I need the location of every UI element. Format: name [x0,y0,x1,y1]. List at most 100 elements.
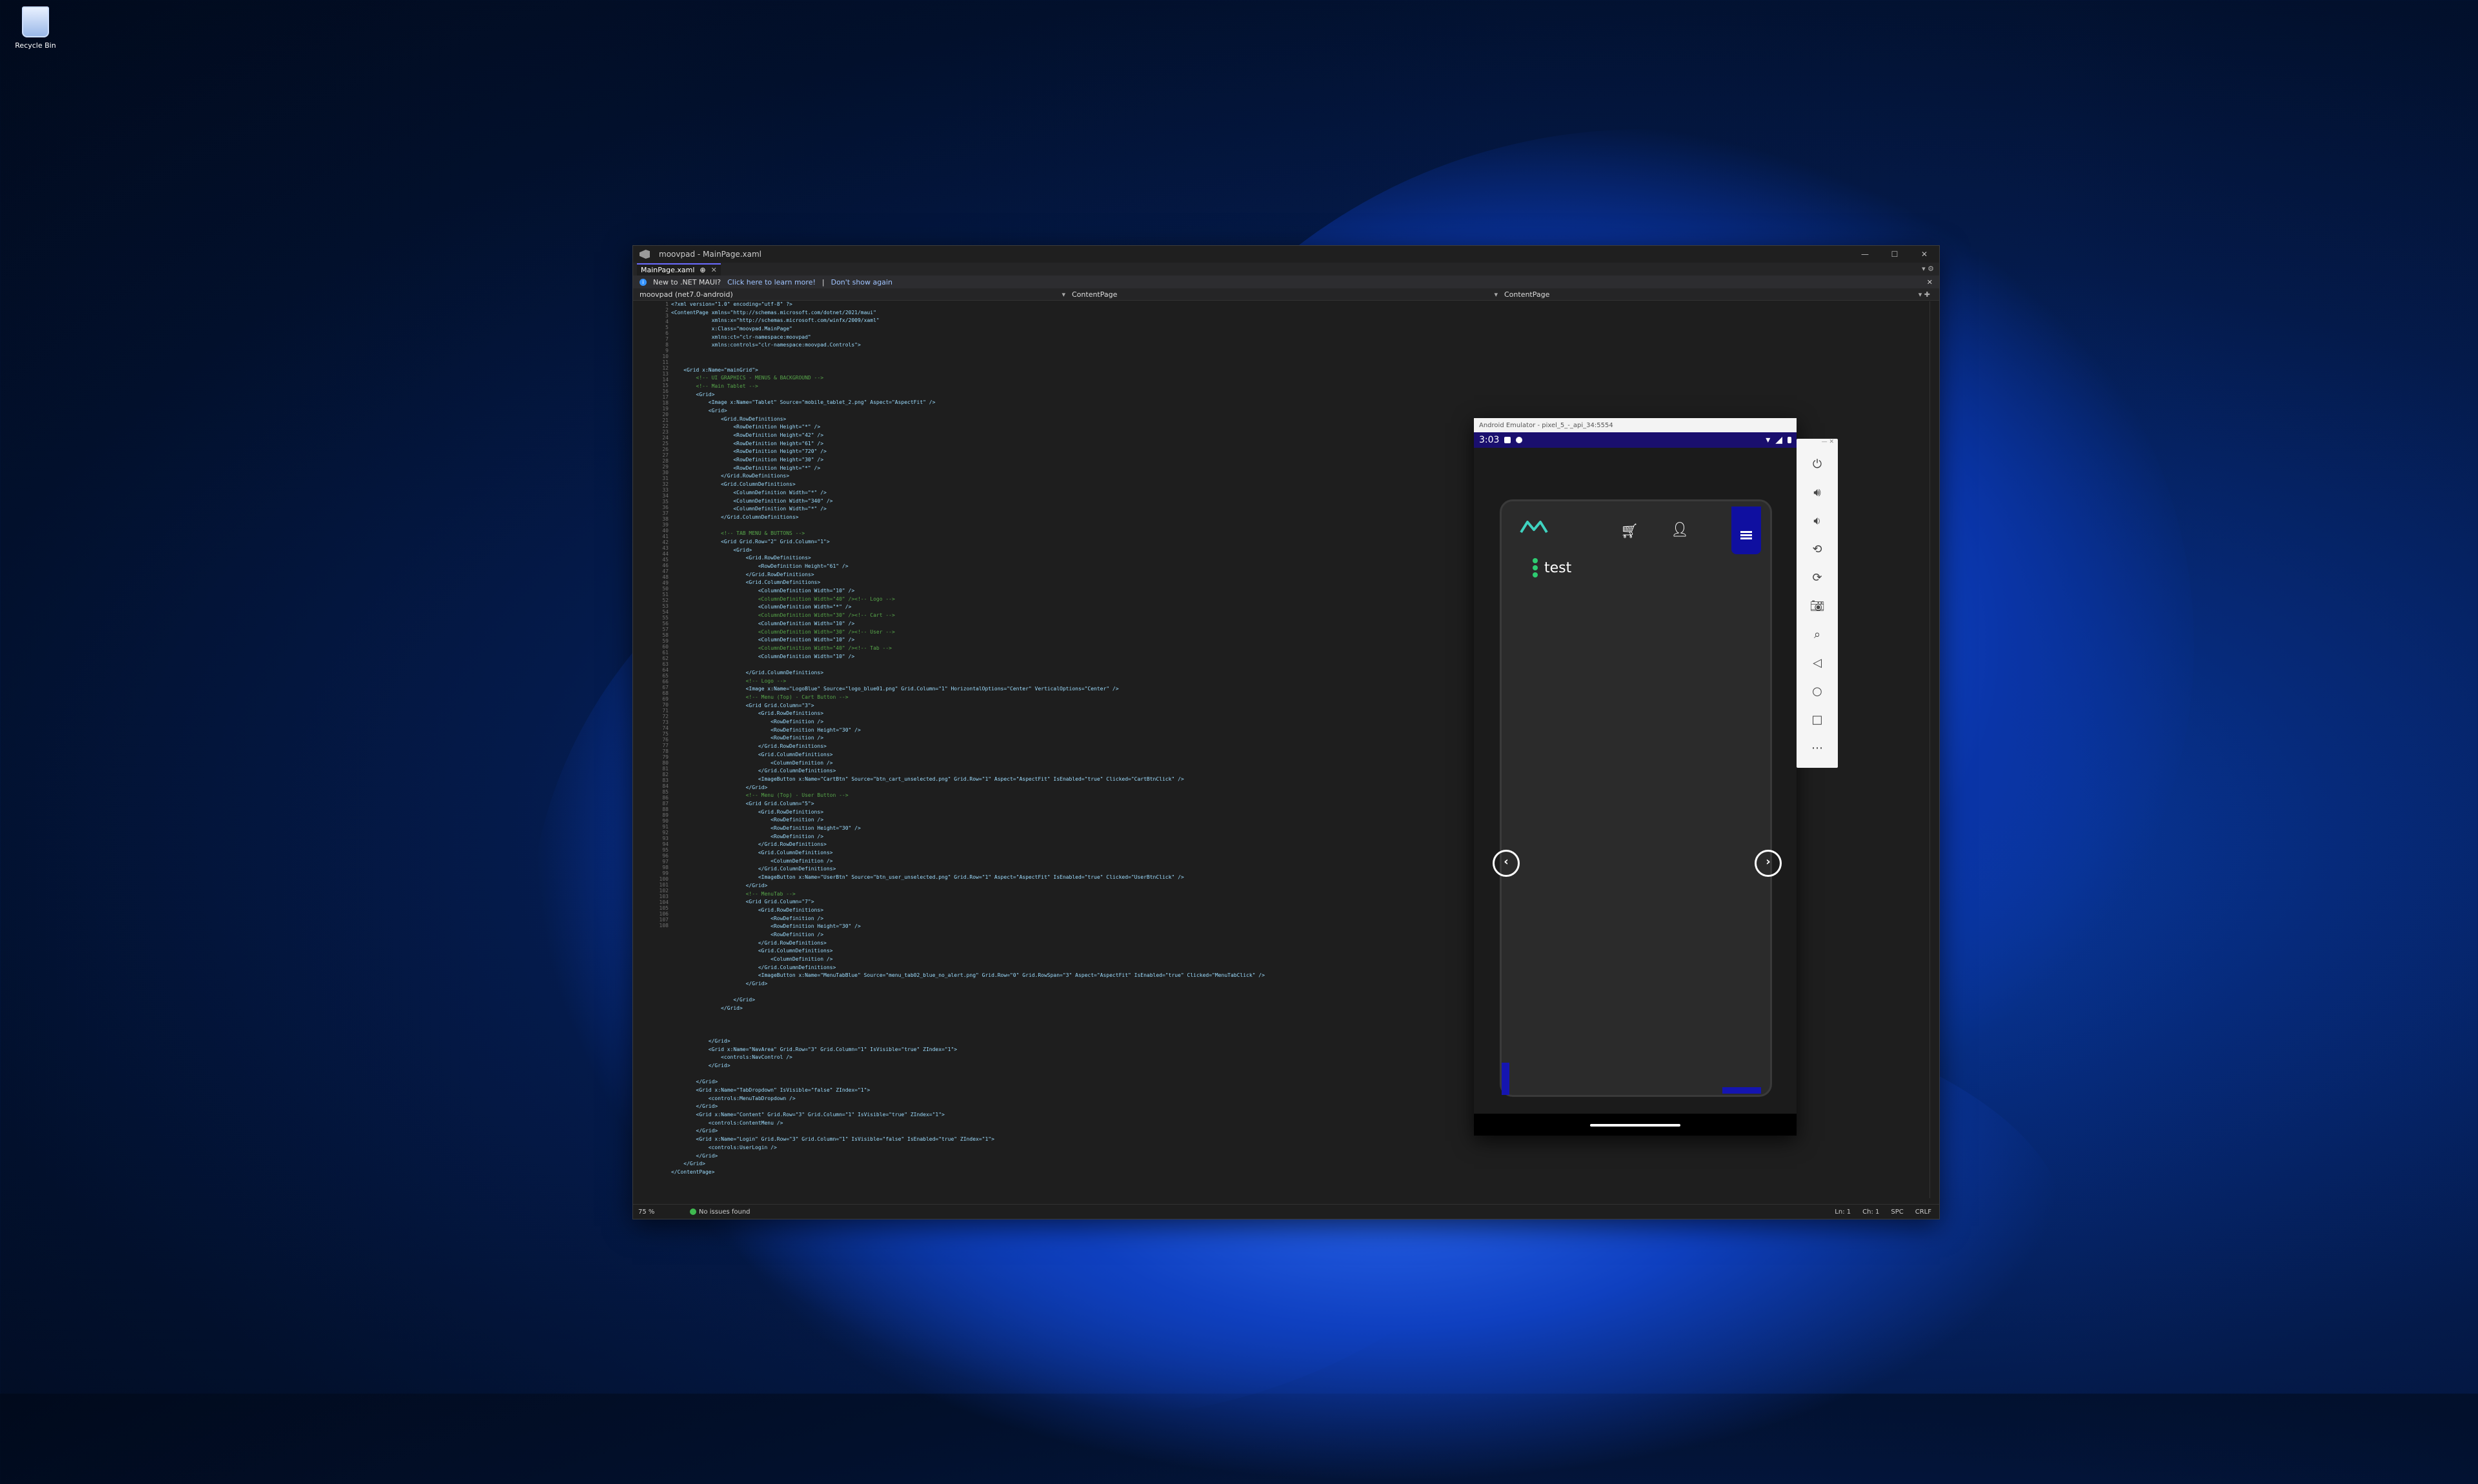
line-number: 41 [662,534,669,539]
line-number: 94 [662,841,669,847]
line-number: 103 [659,894,669,899]
info-bar: i New to .NET MAUI? Click here to learn … [633,276,1939,288]
code-line[interactable]: </Grid> [671,1161,1929,1169]
more-icon[interactable]: ⋯ [1797,734,1838,763]
content-label: test [1544,559,1572,576]
code-line[interactable]: <?xml version="1.0" encoding="utf-8" ?> [671,301,1929,310]
code-line[interactable]: xmlns:x="http://schemas.microsoft.com/wi… [671,317,1929,326]
code-line[interactable]: </ContentPage> [671,1169,1929,1178]
code-line[interactable]: </Grid> [671,1153,1929,1161]
whitespace-indicator[interactable]: SPC [1891,1208,1903,1216]
power-icon[interactable]: ⏻ [1797,450,1838,479]
tab-mainpage-xaml[interactable]: MainPage.xaml ⊕ ✕ [637,263,721,276]
code-line[interactable] [671,359,1929,367]
toolbar-window-controls[interactable]: — ✕ [1797,439,1838,450]
cart-icon[interactable]: 🛒︎ [1620,523,1638,539]
scope-dropdown-2[interactable]: ContentPage ▾ ✚ [1498,290,1930,299]
pin-icon[interactable]: ⊕ [700,266,705,274]
zoom-level[interactable]: 75 % [638,1208,677,1216]
code-line[interactable]: <Grid x:Name="Login" Grid.Row="3" Grid.C… [671,1136,1929,1145]
rotate-left-icon[interactable]: ⟲ [1797,536,1838,564]
line-number: 60 [662,644,669,650]
back-icon[interactable]: ◁ [1797,649,1838,677]
home-icon[interactable]: ○ [1797,677,1838,706]
line-number: 13 [662,371,669,377]
rotate-right-icon[interactable]: ⟳ [1797,564,1838,592]
line-number: 92 [662,830,669,836]
line-number: 35 [662,499,669,505]
line-number: 33 [662,487,669,493]
volume-down-icon[interactable]: 🔉︎ [1797,507,1838,536]
line-number: 31 [662,476,669,481]
learn-more-link[interactable]: Click here to learn more! [727,278,816,286]
arrow-right-icon[interactable]: › [1755,850,1782,877]
camera-icon[interactable]: 📷︎ [1797,592,1838,621]
line-number: 105 [659,905,669,911]
line-number: 89 [662,812,669,818]
code-line[interactable]: xmlns:controls="clr-namespace:moovpad.Co… [671,342,1929,350]
arrow-left-icon[interactable]: ‹ [1493,850,1520,877]
close-button[interactable]: ✕ [1909,250,1939,259]
sd-card-icon [1504,437,1511,443]
code-line[interactable]: xmlns:ct="clr-namespace:moovpad" [671,334,1929,343]
recycle-bin-desktop-icon[interactable]: Recycle Bin [6,6,65,50]
emulator-title-bar[interactable]: Android Emulator - pixel_5_-_api_34:5554 [1474,418,1797,432]
line-number: 71 [662,708,669,714]
code-line[interactable] [671,1178,1929,1186]
user-icon[interactable]: 👤︎ [1671,522,1689,538]
minimize-button[interactable]: — [1850,250,1880,259]
menu-tab-button[interactable] [1731,506,1761,554]
tab-close-icon[interactable]: ✕ [711,266,717,274]
bottom-right-tab [1722,1087,1761,1094]
title-bar[interactable]: moovpad - MainPage.xaml — ☐ ✕ [633,246,1939,263]
info-close-icon[interactable]: ✕ [1927,278,1933,286]
line-number: 95 [662,847,669,853]
line-number: 2 [665,307,669,313]
line-number: 39 [662,522,669,528]
hamburger-icon [1740,531,1752,533]
line-number: 107 [659,917,669,923]
emulator-toolbar: — ✕ ⏻ 🔊︎ 🔉︎ ⟲ ⟳ 📷︎ ⌕ ◁ ○ □ ⋯ [1797,439,1838,768]
issues-indicator[interactable]: No issues found [690,1208,750,1216]
line-number: 54 [662,609,669,615]
code-line[interactable] [671,350,1929,359]
line-number: 16 [662,388,669,394]
code-line[interactable]: <Grid> [671,392,1929,400]
code-line[interactable]: <ContentPage xmlns="http://schemas.micro… [671,310,1929,318]
phone-screen[interactable]: 🛒︎ 👤︎ test ‹ › [1474,448,1797,1114]
line-number: 53 [662,603,669,609]
code-line[interactable]: <!-- UI GRAPHICS - MENUS & BACKGROUND --… [671,375,1929,383]
line-number: 77 [662,743,669,748]
code-line[interactable]: <controls:UserLogin /> [671,1145,1929,1153]
dont-show-again-link[interactable]: Don't show again [831,278,892,286]
code-line[interactable]: <Grid> [671,408,1929,416]
maximize-button[interactable]: ☐ [1880,250,1909,259]
volume-up-icon[interactable]: 🔊︎ [1797,479,1838,507]
line-indicator[interactable]: Ln: 1 [1835,1208,1851,1216]
line-number: 1 [665,301,669,307]
line-number: 14 [662,377,669,383]
line-ending-indicator[interactable]: CRLF [1915,1208,1931,1216]
line-number: 22 [662,423,669,429]
code-line[interactable]: <Grid x:Name="mainGrid"> [671,367,1929,376]
battery-icon [1788,437,1791,443]
char-indicator[interactable]: Ch: 1 [1862,1208,1879,1216]
overview-icon[interactable]: □ [1797,706,1838,734]
line-number: 5 [665,325,669,330]
line-number: 51 [662,592,669,597]
line-number: 36 [662,505,669,510]
line-number: 104 [659,899,669,905]
tab-overflow-icon[interactable]: ▾ ⚙ [1922,265,1934,273]
line-number: 47 [662,568,669,574]
code-line[interactable]: x:Class="moovpad.MainPage" [671,326,1929,334]
line-number: 57 [662,627,669,632]
scope-dropdown-1[interactable]: ContentPage ▾ [1065,290,1498,299]
code-line[interactable]: <Image x:Name="Tablet" Source="mobile_ta… [671,399,1929,408]
line-number: 12 [662,365,669,371]
code-line[interactable]: <!-- Main Tablet --> [671,383,1929,392]
vertical-scrollbar[interactable] [1929,301,1939,1198]
project-dropdown[interactable]: moovpad (net7.0-android) ▾ [633,290,1065,299]
content-item[interactable]: test [1533,558,1571,577]
home-gesture-bar[interactable] [1590,1124,1680,1127]
zoom-icon[interactable]: ⌕ [1797,621,1838,649]
